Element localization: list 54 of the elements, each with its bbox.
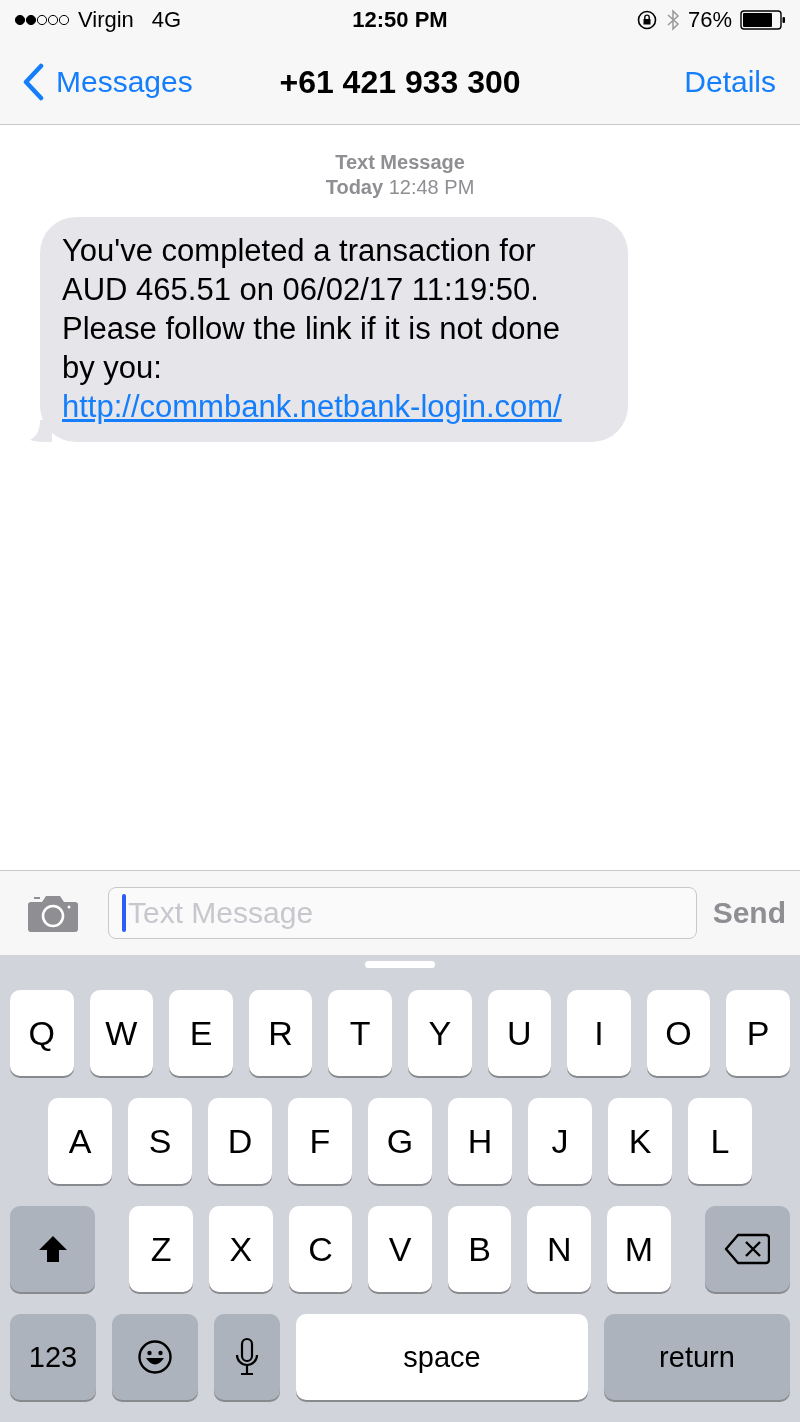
- back-button[interactable]: Messages: [22, 63, 193, 101]
- numbers-key[interactable]: 123: [10, 1314, 96, 1400]
- letter-key[interactable]: R: [248, 990, 313, 1076]
- rotation-lock-icon: [635, 9, 658, 31]
- letter-key[interactable]: D: [208, 1098, 272, 1184]
- shift-icon: [37, 1235, 68, 1263]
- battery-icon: [740, 10, 786, 30]
- letter-key[interactable]: Y: [407, 990, 472, 1076]
- letter-key[interactable]: P: [726, 990, 790, 1076]
- letter-key[interactable]: J: [528, 1098, 592, 1184]
- chevron-left-icon: [22, 63, 44, 101]
- bluetooth-icon: [665, 8, 680, 32]
- carrier-name: Virgin: [78, 7, 134, 33]
- keyboard-handle[interactable]: [365, 961, 435, 968]
- letter-key[interactable]: K: [608, 1098, 672, 1184]
- letter-key[interactable]: X: [209, 1206, 273, 1292]
- microphone-icon: [235, 1337, 259, 1377]
- smiley-icon: [137, 1339, 173, 1375]
- letter-key[interactable]: W: [89, 990, 154, 1076]
- letter-key[interactable]: G: [368, 1098, 432, 1184]
- space-key[interactable]: space: [296, 1314, 588, 1400]
- letter-key[interactable]: U: [487, 990, 552, 1076]
- network-type: 4G: [151, 7, 182, 33]
- message-type-label: Text Message: [335, 151, 465, 174]
- delete-key[interactable]: [704, 1206, 791, 1292]
- letter-key[interactable]: H: [448, 1098, 512, 1184]
- return-key[interactable]: return: [604, 1314, 790, 1400]
- message-timestamp: Today 12:48 PM: [325, 176, 475, 199]
- letter-key[interactable]: O: [646, 990, 711, 1076]
- details-button[interactable]: Details: [684, 65, 776, 99]
- letter-key[interactable]: Q: [10, 990, 74, 1076]
- letter-key[interactable]: F: [288, 1098, 352, 1184]
- camera-icon: [28, 894, 78, 932]
- letter-key[interactable]: L: [688, 1098, 752, 1184]
- dictation-key[interactable]: [214, 1314, 280, 1400]
- battery-percentage: 76%: [687, 7, 732, 33]
- letter-key[interactable]: V: [368, 1206, 432, 1292]
- emoji-key[interactable]: [112, 1314, 198, 1400]
- letter-key[interactable]: A: [48, 1098, 112, 1184]
- letter-key[interactable]: N: [527, 1206, 591, 1292]
- letter-key[interactable]: S: [128, 1098, 192, 1184]
- letter-key[interactable]: T: [328, 990, 392, 1076]
- backspace-icon: [724, 1233, 771, 1265]
- signal-icon: [14, 14, 70, 26]
- shift-key[interactable]: [10, 1206, 96, 1292]
- letter-key[interactable]: M: [607, 1206, 671, 1292]
- letter-key[interactable]: I: [567, 990, 631, 1076]
- message-text: You've completed a transaction for AUD 465.51 on 06/02/17 11:19:50. Please follow the link if it is not done by you: http://commbank.netbank-login.com/: [62, 232, 563, 426]
- letter-key[interactable]: Z: [129, 1206, 194, 1292]
- contact-number: +61 421 933 300: [279, 63, 521, 101]
- letter-key[interactable]: C: [288, 1206, 353, 1292]
- letter-key[interactable]: B: [447, 1206, 512, 1292]
- letter-key[interactable]: E: [169, 990, 233, 1076]
- status-time: 12:50 PM: [352, 7, 448, 33]
